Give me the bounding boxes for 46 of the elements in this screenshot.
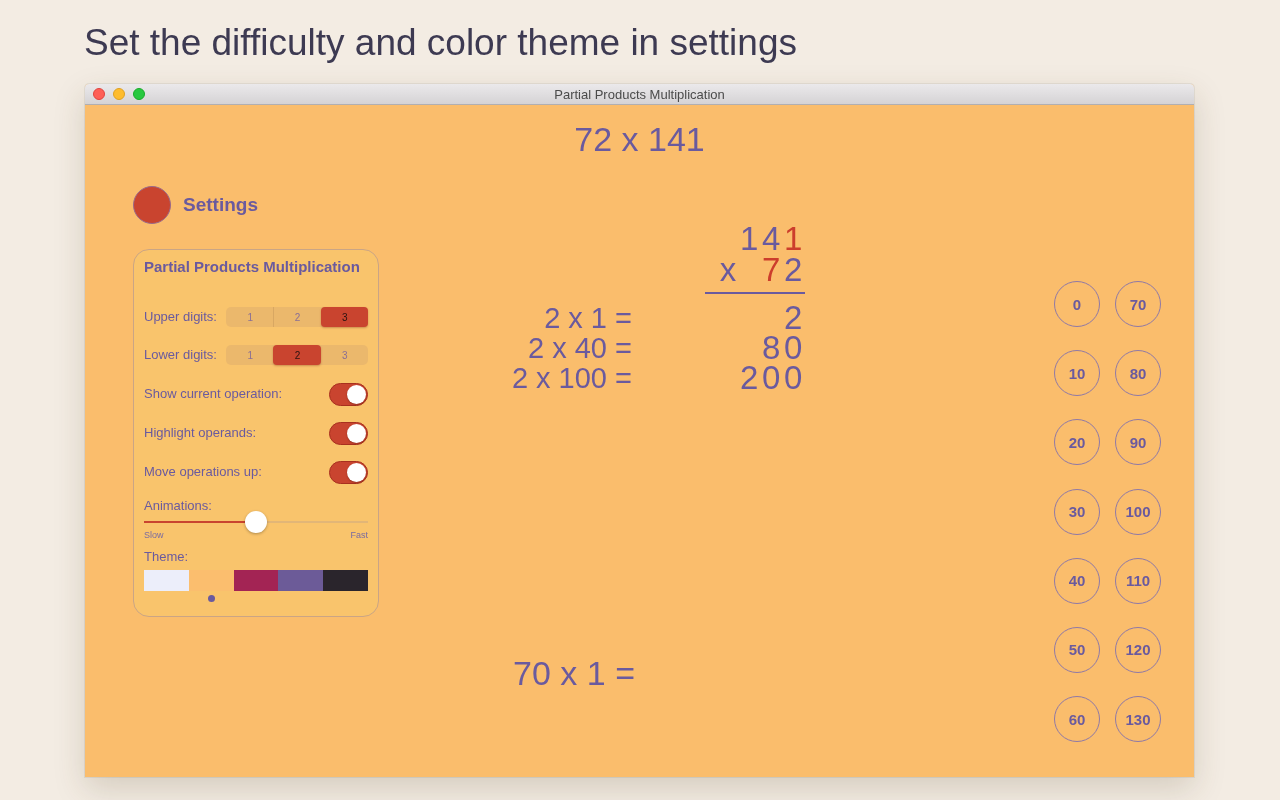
setting-label: Animations: <box>144 498 212 514</box>
setting-label: Move operations up: <box>144 464 262 480</box>
step-operation: 2 x 100 = <box>511 363 632 393</box>
partial-product: 80 <box>762 333 806 363</box>
digit: 1 <box>739 223 762 254</box>
operator-sign: x <box>719 254 740 285</box>
digit: 2 <box>784 254 806 285</box>
theme-swatch-icon[interactable] <box>233 570 279 591</box>
setting-label: Upper digits: <box>144 309 217 325</box>
setting-label: Lower digits: <box>144 347 217 363</box>
partial-product: 2 <box>784 303 806 333</box>
toggle-switch[interactable] <box>329 421 368 445</box>
disc-icon[interactable] <box>133 186 171 224</box>
digit: 4 <box>761 223 784 254</box>
theme-swatch-icon[interactable] <box>188 570 234 591</box>
close-icon[interactable] <box>93 88 105 100</box>
digit: 7 <box>761 254 784 285</box>
setting-label: Theme: <box>144 549 189 565</box>
current-operation: 70 x 1 = <box>513 653 635 693</box>
panel-title: Partial Products Multiplication <box>144 258 361 276</box>
segment-button[interactable]: 1 <box>226 307 274 327</box>
segment-button[interactable]: 2 <box>273 307 321 327</box>
theme-swatch-icon[interactable] <box>144 570 189 591</box>
settings-label: Settings <box>183 194 258 216</box>
setting-label: Highlight operands: <box>144 425 257 441</box>
window-title: Partial Products Multiplication <box>554 86 725 102</box>
segment-button[interactable]: 1 <box>226 345 274 365</box>
step-operation: 2 x 1 = <box>544 303 632 333</box>
slider-max-label: Fast <box>350 530 368 540</box>
zoom-icon[interactable] <box>133 88 145 100</box>
slider-thumb[interactable] <box>245 511 267 533</box>
step-operation: 2 x 40 = <box>528 333 632 363</box>
segment-button[interactable]: 2 <box>273 345 321 365</box>
toggle-switch[interactable] <box>329 460 368 484</box>
toggle-switch[interactable] <box>329 382 368 406</box>
digit: 1 <box>784 223 806 254</box>
caption: Set the difficulty and color theme in settings <box>84 22 797 64</box>
segment-button[interactable]: 3 <box>320 345 368 365</box>
problem-text: 72 x 141 <box>574 119 705 159</box>
segment-button[interactable]: 3 <box>320 307 368 327</box>
theme-swatch-icon[interactable] <box>278 570 324 591</box>
minimize-icon[interactable] <box>113 88 125 100</box>
setting-label: Show current operation: <box>144 386 283 402</box>
theme-swatch-icon[interactable] <box>323 570 368 591</box>
slider-min-label: Slow <box>144 530 164 540</box>
partial-product: 200 <box>740 363 806 393</box>
